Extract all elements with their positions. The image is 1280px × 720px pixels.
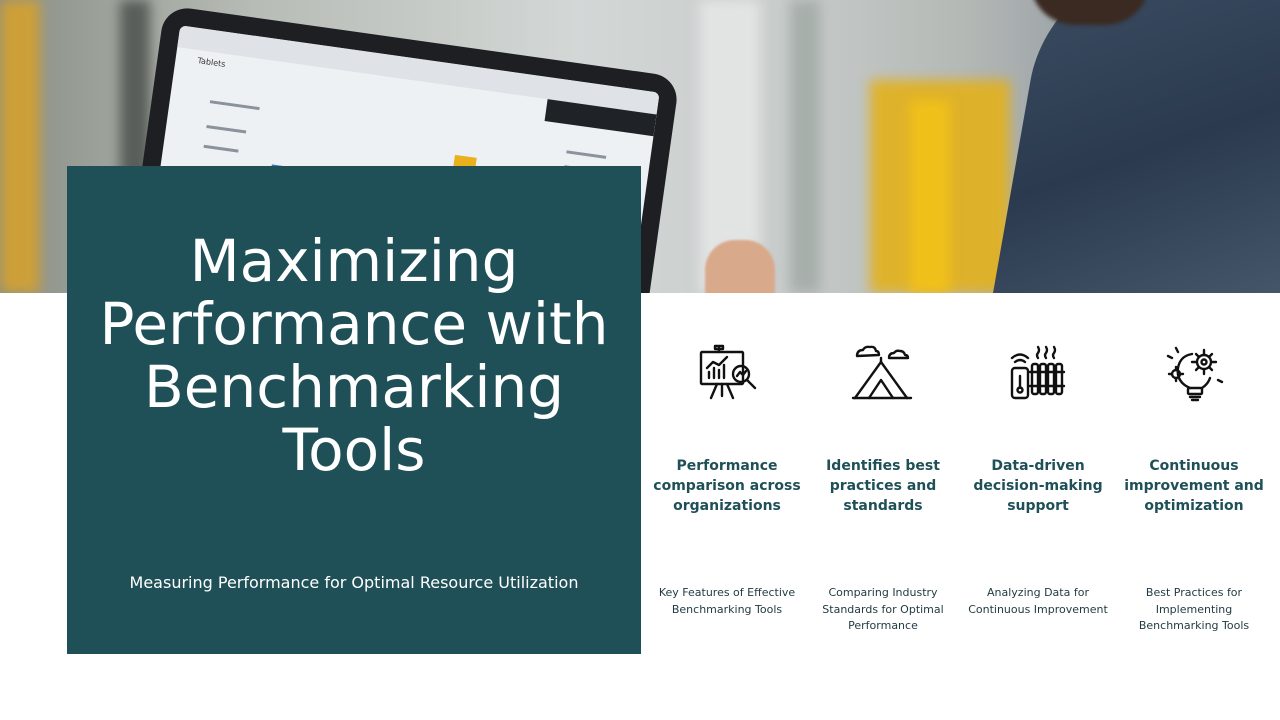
tablet-screen-label: Tablets bbox=[196, 56, 226, 69]
thermostat-heater-icon bbox=[1010, 345, 1066, 400]
background-pillar bbox=[790, 0, 820, 293]
slide-title: Maximizing Performance with Benchmarking… bbox=[99, 227, 609, 484]
feature-description: Analyzing Data for Continuous Improvemen… bbox=[968, 586, 1108, 616]
presentation-board-analytics-icon bbox=[699, 344, 757, 400]
feature-column: Continuous improvement and optimization … bbox=[1119, 340, 1269, 632]
feature-description: Comparing Industry Standards for Optimal… bbox=[822, 586, 944, 632]
background-yellow-frame bbox=[0, 0, 40, 293]
hand bbox=[705, 240, 775, 293]
feature-column: Identifies best practices and standards … bbox=[808, 340, 958, 632]
person-jacket bbox=[988, 0, 1280, 293]
feature-title: Data-driven decision-making support bbox=[973, 458, 1103, 514]
feature-column: Performance comparison across organizati… bbox=[652, 340, 802, 616]
feature-title: Identifies best practices and standards bbox=[826, 458, 940, 514]
slide-subtitle: Measuring Performance for Optimal Resour… bbox=[129, 573, 579, 592]
feature-description: Best Practices for Implementing Benchmar… bbox=[1138, 586, 1250, 632]
tent-camp-icon bbox=[851, 345, 913, 400]
feature-title: Performance comparison across organizati… bbox=[653, 458, 801, 514]
feature-column: Data-driven decision-making support Anal… bbox=[963, 340, 1113, 616]
feature-description: Key Features of Effective Benchmarking T… bbox=[658, 586, 796, 616]
title-card: Maximizing Performance with Benchmarking… bbox=[67, 166, 641, 654]
feature-title: Continuous improvement and optimization bbox=[1124, 458, 1264, 514]
background-yellow-machine bbox=[910, 100, 950, 293]
lightbulb-gear-icon bbox=[1166, 346, 1224, 402]
